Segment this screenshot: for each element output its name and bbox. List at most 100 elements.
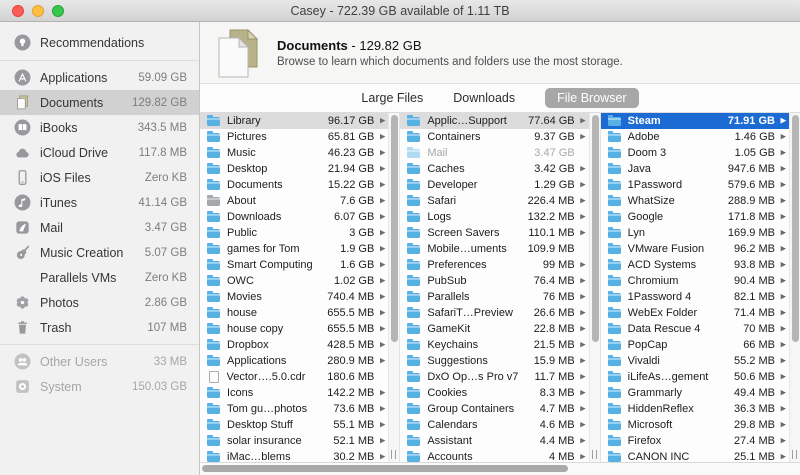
file-row-downloads[interactable]: Downloads6.07 GB▶ xyxy=(200,209,388,225)
zoom-button[interactable] xyxy=(52,5,64,17)
file-row-house-copy[interactable]: house copy655.5 MB▶ xyxy=(200,321,388,337)
column-resize-handle[interactable] xyxy=(592,450,597,459)
file-row-doom-3[interactable]: Doom 31.05 GB▶ xyxy=(601,145,789,161)
file-row-icons[interactable]: Icons142.2 MB▶ xyxy=(200,385,388,401)
file-row-mobile-uments[interactable]: Mobile…uments109.9 MB xyxy=(400,241,588,257)
file-row-about[interactable]: About7.6 GB▶ xyxy=(200,193,388,209)
file-row-google[interactable]: Google171.8 MB▶ xyxy=(601,209,789,225)
file-row-whatsize[interactable]: WhatSize288.9 MB▶ xyxy=(601,193,789,209)
sidebar-item-photos[interactable]: Photos2.86 GB xyxy=(0,290,199,315)
file-row-safarit-preview[interactable]: SafariT…Preview26.6 MB▶ xyxy=(400,305,588,321)
file-row-dropbox[interactable]: Dropbox428.5 MB▶ xyxy=(200,337,388,353)
file-row-popcap[interactable]: PopCap66 MB▶ xyxy=(601,337,789,353)
sidebar-item-music-creation[interactable]: Music Creation5.07 GB xyxy=(0,240,199,265)
sidebar-item-ibooks[interactable]: iBooks343.5 MB xyxy=(0,115,199,140)
file-row-tom-gu-photos[interactable]: Tom gu…photos73.6 MB▶ xyxy=(200,401,388,417)
sidebar-item-trash[interactable]: Trash107 MB xyxy=(0,315,199,340)
sidebar-item-mail[interactable]: Mail3.47 GB xyxy=(0,215,199,240)
file-row-caches[interactable]: Caches3.42 GB▶ xyxy=(400,161,588,177)
file-row-lyn[interactable]: Lyn169.9 MB▶ xyxy=(601,225,789,241)
file-row-hiddenreflex[interactable]: HiddenReflex36.3 MB▶ xyxy=(601,401,789,417)
sidebar-item-recommendations[interactable]: Recommendations xyxy=(0,29,199,56)
vertical-scrollbar[interactable] xyxy=(388,113,399,462)
file-row-logs[interactable]: Logs132.2 MB▶ xyxy=(400,209,588,225)
file-row-steam[interactable]: Steam71.91 GB▶ xyxy=(601,113,789,129)
file-row-acd-systems[interactable]: ACD Systems93.8 MB▶ xyxy=(601,257,789,273)
storage-management-window: Casey - 722.39 GB available of 1.11 TB R… xyxy=(0,0,800,475)
file-row-applications[interactable]: Applications280.9 MB▶ xyxy=(200,353,388,369)
close-button[interactable] xyxy=(12,5,24,17)
file-row-canon-inc[interactable]: CANON INC25.1 MB▶ xyxy=(601,449,789,462)
file-row-pictures[interactable]: Pictures65.81 GB▶ xyxy=(200,129,388,145)
file-row-pubsub[interactable]: PubSub76.4 MB▶ xyxy=(400,273,588,289)
file-row-cookies[interactable]: Cookies8.3 MB▶ xyxy=(400,385,588,401)
vertical-scrollbar-thumb[interactable] xyxy=(592,115,599,342)
file-row-solar-insurance[interactable]: solar insurance52.1 MB▶ xyxy=(200,433,388,449)
file-row-applic-support[interactable]: Applic…Support77.64 GB▶ xyxy=(400,113,588,129)
file-row-mail[interactable]: Mail3.47 GB xyxy=(400,145,588,161)
sidebar-item-parallels-vms[interactable]: Parallels VMsZero KB xyxy=(0,265,199,290)
sidebar-item-applications[interactable]: Applications59.09 GB xyxy=(0,65,199,90)
tab-downloads[interactable]: Downloads xyxy=(453,91,515,105)
file-row-webex-folder[interactable]: WebEx Folder71.4 MB▶ xyxy=(601,305,789,321)
file-row-firefox[interactable]: Firefox27.4 MB▶ xyxy=(601,433,789,449)
column-resize-handle[interactable] xyxy=(391,450,396,459)
file-row-preferences[interactable]: Preferences99 MB▶ xyxy=(400,257,588,273)
sidebar-item-icloud-drive[interactable]: iCloud Drive117.8 MB xyxy=(0,140,199,165)
file-row-data-rescue-4[interactable]: Data Rescue 470 MB▶ xyxy=(601,321,789,337)
file-row-desktop-stuff[interactable]: Desktop Stuff55.1 MB▶ xyxy=(200,417,388,433)
file-row-screen-savers[interactable]: Screen Savers110.1 MB▶ xyxy=(400,225,588,241)
sidebar-item-itunes[interactable]: iTunes41.14 GB xyxy=(0,190,199,215)
file-row-parallels[interactable]: Parallels76 MB▶ xyxy=(400,289,588,305)
file-row-calendars[interactable]: Calendars4.6 MB▶ xyxy=(400,417,588,433)
file-row-movies[interactable]: Movies740.4 MB▶ xyxy=(200,289,388,305)
horizontal-scrollbar-thumb[interactable] xyxy=(202,465,568,472)
file-row-smart-computing[interactable]: Smart Computing1.6 GB▶ xyxy=(200,257,388,273)
file-row-java[interactable]: Java947.6 MB▶ xyxy=(601,161,789,177)
file-row-1password-4[interactable]: 1Password 482.1 MB▶ xyxy=(601,289,789,305)
file-row-grammarly[interactable]: Grammarly49.4 MB▶ xyxy=(601,385,789,401)
file-row-containers[interactable]: Containers9.37 GB▶ xyxy=(400,129,588,145)
file-row-safari[interactable]: Safari226.4 MB▶ xyxy=(400,193,588,209)
sidebar-item-documents[interactable]: Documents129.82 GB xyxy=(0,90,199,115)
file-row-gamekit[interactable]: GameKit22.8 MB▶ xyxy=(400,321,588,337)
file-row-dxo-op-s-pro-v7[interactable]: DxO Op…s Pro v711.7 MB▶ xyxy=(400,369,588,385)
file-row-library[interactable]: Library96.17 GB▶ xyxy=(200,113,388,129)
file-row-ilifeas-gement[interactable]: iLifeAs…gement50.6 MB▶ xyxy=(601,369,789,385)
file-row-imac-blems[interactable]: iMac…blems30.2 MB▶ xyxy=(200,449,388,462)
file-row-desktop[interactable]: Desktop21.94 GB▶ xyxy=(200,161,388,177)
file-row-group-containers[interactable]: Group Containers4.7 MB▶ xyxy=(400,401,588,417)
file-row-accounts[interactable]: Accounts4 MB▶ xyxy=(400,449,588,462)
file-row-assistant[interactable]: Assistant4.4 MB▶ xyxy=(400,433,588,449)
vertical-scrollbar-thumb[interactable] xyxy=(792,115,799,342)
file-row-vector-5-0-cdr[interactable]: Vector….5.0.cdr180.6 MB xyxy=(200,369,388,385)
horizontal-scrollbar[interactable] xyxy=(200,462,800,475)
sidebar-item-other-users[interactable]: Other Users33 MB xyxy=(0,349,199,374)
file-row-vivaldi[interactable]: Vivaldi55.2 MB▶ xyxy=(601,353,789,369)
vertical-scrollbar-thumb[interactable] xyxy=(391,115,398,342)
sidebar-item-ios-files[interactable]: iOS FilesZero KB xyxy=(0,165,199,190)
file-row-microsoft[interactable]: Microsoft29.8 MB▶ xyxy=(601,417,789,433)
tab-file-browser[interactable]: File Browser xyxy=(545,88,638,108)
minimize-button[interactable] xyxy=(32,5,44,17)
file-row-games-for-tom[interactable]: games for Tom1.9 GB▶ xyxy=(200,241,388,257)
file-row-documents[interactable]: Documents15.22 GB▶ xyxy=(200,177,388,193)
file-row-chromium[interactable]: Chromium90.4 MB▶ xyxy=(601,273,789,289)
file-row-1password[interactable]: 1Password579.6 MB▶ xyxy=(601,177,789,193)
title-bar: Casey - 722.39 GB available of 1.11 TB xyxy=(0,0,800,22)
vertical-scrollbar[interactable] xyxy=(589,113,600,462)
category-subtitle: Browse to learn which documents and fold… xyxy=(277,56,623,68)
file-row-keychains[interactable]: Keychains21.5 MB▶ xyxy=(400,337,588,353)
vertical-scrollbar[interactable] xyxy=(789,113,800,462)
file-row-music[interactable]: Music46.23 GB▶ xyxy=(200,145,388,161)
file-row-house[interactable]: house655.5 MB▶ xyxy=(200,305,388,321)
file-row-developer[interactable]: Developer1.29 GB▶ xyxy=(400,177,588,193)
file-row-public[interactable]: Public3 GB▶ xyxy=(200,225,388,241)
sidebar-item-system[interactable]: System150.03 GB xyxy=(0,374,199,399)
file-row-adobe[interactable]: Adobe1.46 GB▶ xyxy=(601,129,789,145)
file-row-suggestions[interactable]: Suggestions15.9 MB▶ xyxy=(400,353,588,369)
file-row-vmware-fusion[interactable]: VMware Fusion96.2 MB▶ xyxy=(601,241,789,257)
tab-large-files[interactable]: Large Files xyxy=(361,91,423,105)
column-resize-handle[interactable] xyxy=(792,450,797,459)
file-row-owc[interactable]: OWC1.02 GB▶ xyxy=(200,273,388,289)
